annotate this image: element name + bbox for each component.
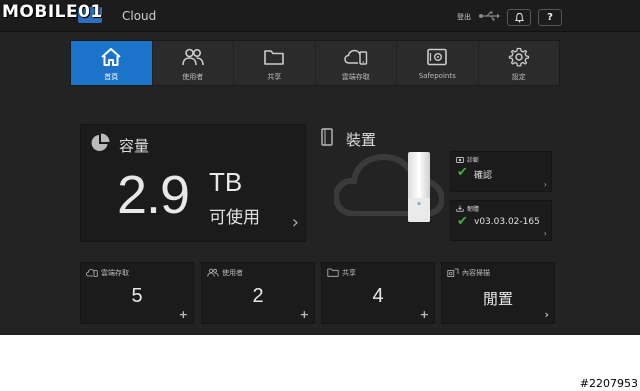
diagnostics-status: 確認 — [474, 171, 493, 181]
tab-safepoints[interactable]: Safepoints — [397, 41, 479, 85]
shares-count: 4 — [372, 285, 384, 307]
nas-device-image — [408, 152, 430, 222]
app-name: Cloud — [122, 9, 157, 23]
tab-home[interactable]: 首頁 — [71, 41, 153, 85]
users-count: 2 — [252, 285, 264, 307]
cloud-access-count: 5 — [131, 285, 143, 307]
cloud-access-icon — [343, 49, 367, 65]
page-background — [0, 335, 640, 391]
tab-users-label: 使用者 — [182, 73, 204, 81]
media-scan-status: 閒置 — [482, 290, 513, 308]
capacity-unit: TB — [209, 167, 243, 197]
tab-cloud-access[interactable]: 雲端存取 — [316, 41, 397, 85]
capacity-value: 2.9 — [117, 165, 190, 225]
chevron-right-icon[interactable]: › — [544, 308, 549, 321]
chevron-right-icon: › — [543, 180, 547, 189]
camera-icon — [456, 157, 464, 163]
tab-safepoints-label: Safepoints — [418, 72, 456, 80]
users-icon — [207, 268, 219, 277]
folder-icon — [327, 268, 339, 277]
add-icon[interactable]: + — [300, 308, 309, 321]
tab-shares[interactable]: 共享 — [234, 41, 316, 85]
cloud-access-icon — [86, 269, 98, 277]
bell-icon — [514, 12, 524, 23]
logout-link[interactable]: 登出 — [457, 12, 471, 22]
tab-cloud-access-label: 雲端存取 — [341, 73, 370, 81]
device-title: 裝置 — [346, 131, 377, 149]
cloud-access-card[interactable]: 雲端存取 5 + — [80, 262, 194, 324]
checkmark-icon: ✔ — [457, 214, 468, 229]
chevron-right-icon[interactable]: › — [292, 212, 299, 233]
media-scan-title: 內容掃描 — [462, 269, 490, 277]
watermark-brand: MOBILE01 — [2, 2, 103, 22]
shares-title: 共享 — [342, 269, 356, 277]
capacity-title: 容量 — [119, 137, 150, 155]
main-nav: 首頁 使用者 共享 雲端存取 Safepoints 設定 — [70, 40, 560, 86]
shares-card[interactable]: 共享 4 + — [321, 262, 435, 324]
chevron-right-icon: › — [543, 229, 547, 238]
add-icon[interactable]: + — [179, 308, 188, 321]
cloud-access-title: 雲端存取 — [101, 269, 129, 277]
safe-icon — [427, 48, 448, 66]
users-card[interactable]: 使用者 2 + — [201, 262, 315, 324]
app-window: Cloud 登出 ? MOBILE01 首頁 使用者 共享 雲端存取 Safep… — [0, 0, 640, 391]
tab-home-label: 首頁 — [104, 73, 119, 81]
notifications-button[interactable] — [507, 9, 531, 26]
tab-users[interactable]: 使用者 — [153, 41, 234, 85]
diagnostics-title: 診斷 — [467, 157, 480, 164]
firmware-version: v03.03.02-165 — [474, 217, 540, 227]
watermark-post-id: #2207953 — [579, 377, 638, 390]
gear-icon — [508, 47, 529, 67]
capacity-available-label: 可使用 — [209, 208, 260, 228]
media-scan-card[interactable]: 內容掃描 閒置 › — [441, 262, 555, 324]
folder-icon — [264, 50, 285, 65]
capacity-panel[interactable]: 容量 2.9 TB 可使用 › — [80, 124, 306, 242]
checkmark-icon: ✔ — [457, 165, 468, 180]
users-icon — [181, 48, 204, 66]
add-icon[interactable]: + — [420, 308, 429, 321]
users-title: 使用者 — [222, 269, 243, 277]
diagnostics-card[interactable]: 診斷 ✔ 確認 › — [450, 151, 552, 192]
firmware-title: 韌體 — [467, 206, 480, 213]
device-icon — [321, 128, 333, 146]
media-icon — [447, 268, 459, 277]
firmware-card[interactable]: 韌體 ✔ v03.03.02-165 › — [450, 200, 552, 241]
tab-settings[interactable]: 設定 — [479, 41, 560, 85]
help-button[interactable]: ? — [538, 9, 562, 26]
download-icon — [456, 205, 464, 212]
usb-icon[interactable] — [478, 10, 500, 22]
pie-chart-icon — [91, 133, 110, 151]
home-icon — [101, 48, 121, 66]
tab-settings-label: 設定 — [511, 73, 526, 81]
tab-shares-label: 共享 — [267, 73, 282, 81]
